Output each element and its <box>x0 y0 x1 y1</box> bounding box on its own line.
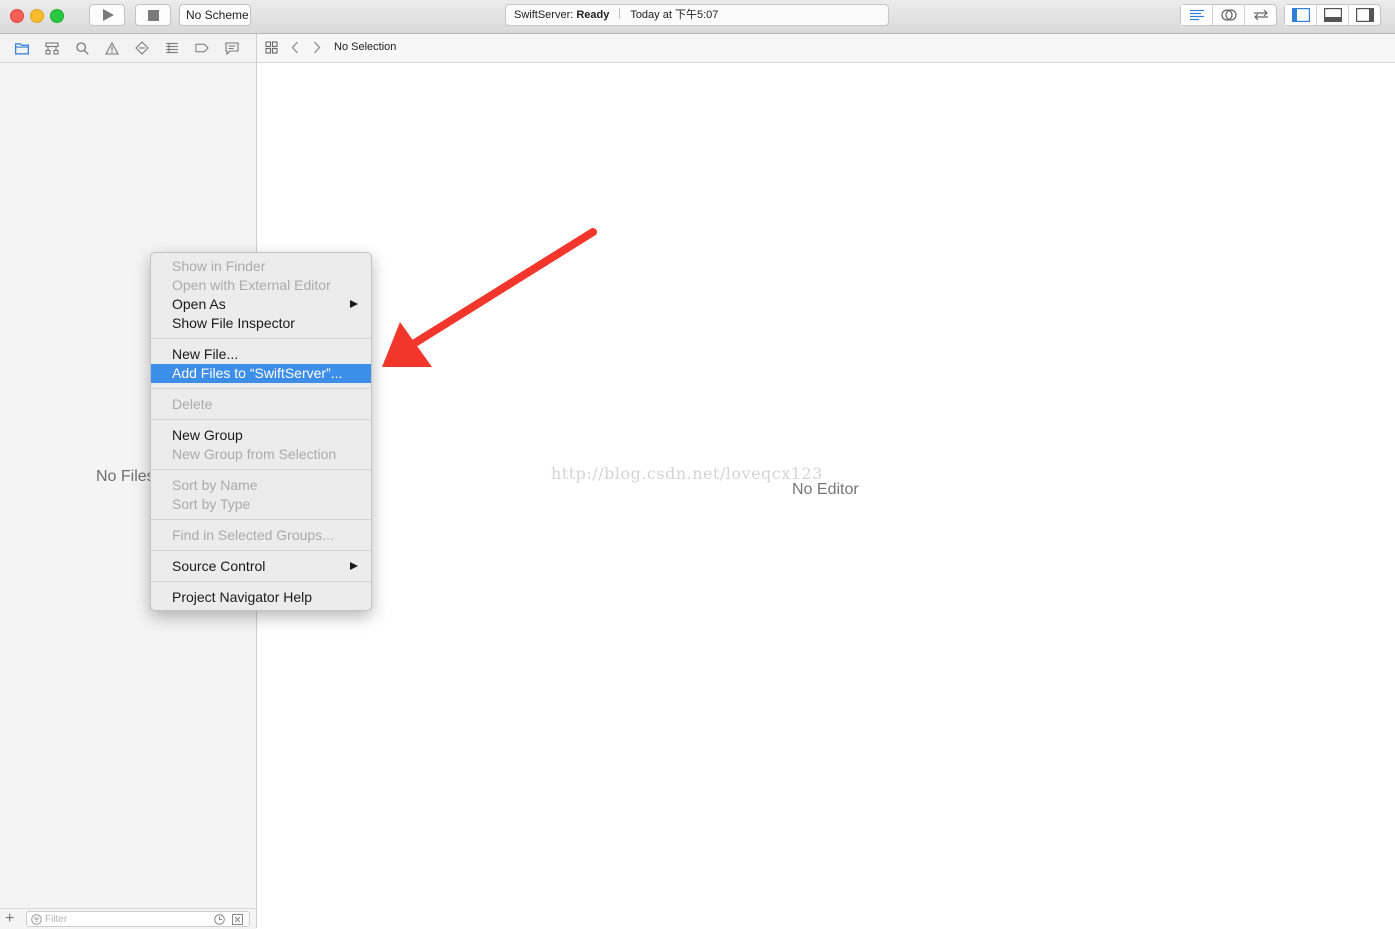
related-items-button[interactable] <box>265 41 278 59</box>
debug-navigator-tab[interactable] <box>165 41 179 55</box>
standard-editor-button[interactable] <box>1181 5 1212 25</box>
context-menu: Show in Finder Open with External Editor… <box>150 252 372 611</box>
minimize-window-button[interactable] <box>30 9 44 23</box>
grid-icon <box>265 41 278 54</box>
menu-item-sort-by-name[interactable]: Sort by Name <box>151 476 371 495</box>
test-navigator-tab[interactable] <box>135 41 149 55</box>
stop-icon <box>148 10 159 21</box>
no-editor-label: No Editor <box>792 481 859 498</box>
add-file-button[interactable]: + <box>5 910 14 928</box>
diamond-icon <box>135 41 149 55</box>
toggle-utilities-button[interactable] <box>1348 5 1380 25</box>
assistant-editor-button[interactable] <box>1212 5 1244 25</box>
menu-item-label: Open As <box>172 296 226 312</box>
plus-icon: + <box>5 910 15 927</box>
scheme-selector[interactable]: No Scheme <box>179 4 251 26</box>
menu-item-new-group-from-selection[interactable]: New Group from Selection <box>151 445 371 464</box>
warning-icon <box>105 41 119 55</box>
toggle-debug-area-button[interactable] <box>1316 5 1348 25</box>
menu-separator <box>151 388 371 389</box>
search-icon <box>75 41 89 55</box>
navigator-selector-bar <box>0 34 256 63</box>
filter-icon <box>31 914 42 925</box>
activity-project: SwiftServer: <box>514 9 574 21</box>
close-window-button[interactable] <box>10 9 24 23</box>
breakpoint-navigator-tab[interactable] <box>195 41 209 55</box>
submenu-arrow-icon <box>350 562 358 570</box>
menu-item-sort-by-type[interactable]: Sort by Type <box>151 495 371 514</box>
speech-bubble-icon <box>225 41 239 55</box>
hierarchy-icon <box>45 41 59 55</box>
go-forward-button[interactable] <box>313 41 321 59</box>
utilities-panel-icon <box>1355 8 1374 22</box>
activity-time: Today at 下午5:07 <box>630 9 719 21</box>
activity-viewer: SwiftServer: Ready Today at 下午5:07 <box>505 4 889 26</box>
menu-separator <box>151 581 371 582</box>
menu-separator <box>151 469 371 470</box>
version-editor-icon <box>1253 9 1268 21</box>
menu-item-find-in-groups[interactable]: Find in Selected Groups... <box>151 526 371 545</box>
menu-item-source-control[interactable]: Source Control <box>151 557 371 576</box>
menu-item-open-as[interactable]: Open As <box>151 295 371 314</box>
menu-item-delete[interactable]: Delete <box>151 395 371 414</box>
annotation-arrow-icon <box>382 228 597 367</box>
menu-item-navigator-help[interactable]: Project Navigator Help <box>151 588 371 607</box>
assistant-editor-icon <box>1220 9 1237 21</box>
menu-separator <box>151 519 371 520</box>
play-icon <box>103 9 114 21</box>
filter-field[interactable] <box>26 911 250 927</box>
editor-mode-control <box>1180 4 1277 26</box>
symbol-navigator-tab[interactable] <box>45 41 59 55</box>
submenu-arrow-icon <box>350 300 358 308</box>
chevron-right-icon <box>314 41 321 54</box>
menu-separator <box>151 338 371 339</box>
project-navigator-tab[interactable] <box>15 41 29 55</box>
list-gauge-icon <box>166 42 178 54</box>
chevron-left-icon <box>291 41 298 54</box>
view-toggle-control <box>1284 4 1381 26</box>
menu-item-open-external-editor[interactable]: Open with External Editor <box>151 276 371 295</box>
filter-input[interactable] <box>45 912 205 926</box>
recent-files-icon <box>214 914 225 925</box>
menu-item-label: Source Control <box>172 558 266 574</box>
menu-separator <box>151 419 371 420</box>
activity-status: Ready <box>576 9 610 21</box>
jump-bar: No Selection <box>257 34 1395 63</box>
menu-item-new-file[interactable]: New File... <box>151 345 371 364</box>
go-back-button[interactable] <box>291 41 299 59</box>
stop-button[interactable] <box>135 4 171 26</box>
standard-editor-icon <box>1189 9 1204 21</box>
navigator-filter-bar: + <box>0 908 256 929</box>
version-editor-button[interactable] <box>1244 5 1276 25</box>
menu-item-show-in-finder[interactable]: Show in Finder <box>151 257 371 276</box>
issue-navigator-tab[interactable] <box>105 41 119 55</box>
debug-panel-icon <box>1323 8 1342 22</box>
menu-separator <box>151 550 371 551</box>
report-navigator-tab[interactable] <box>225 41 239 55</box>
find-navigator-tab[interactable] <box>75 41 89 55</box>
toggle-navigator-button[interactable] <box>1285 5 1316 25</box>
window-toolbar: No Scheme SwiftServer: Ready Today at 下午… <box>0 0 1395 34</box>
menu-item-show-file-inspector[interactable]: Show File Inspector <box>151 314 371 333</box>
run-button[interactable] <box>89 4 125 26</box>
menu-item-add-files[interactable]: Add Files to “SwiftServer”... <box>151 364 371 383</box>
breadcrumb[interactable]: No Selection <box>334 41 396 53</box>
no-files-label: No Files <box>96 468 155 485</box>
watermark-text: http://blog.csdn.net/loveqcx123 <box>551 464 823 483</box>
breakpoint-icon <box>195 43 209 53</box>
scm-status-filter-icon <box>232 914 243 925</box>
zoom-window-button[interactable] <box>50 9 64 23</box>
folder-icon <box>15 42 29 55</box>
navigator-panel-icon <box>1291 8 1310 22</box>
activity-separator <box>619 8 621 19</box>
menu-item-new-group[interactable]: New Group <box>151 426 371 445</box>
